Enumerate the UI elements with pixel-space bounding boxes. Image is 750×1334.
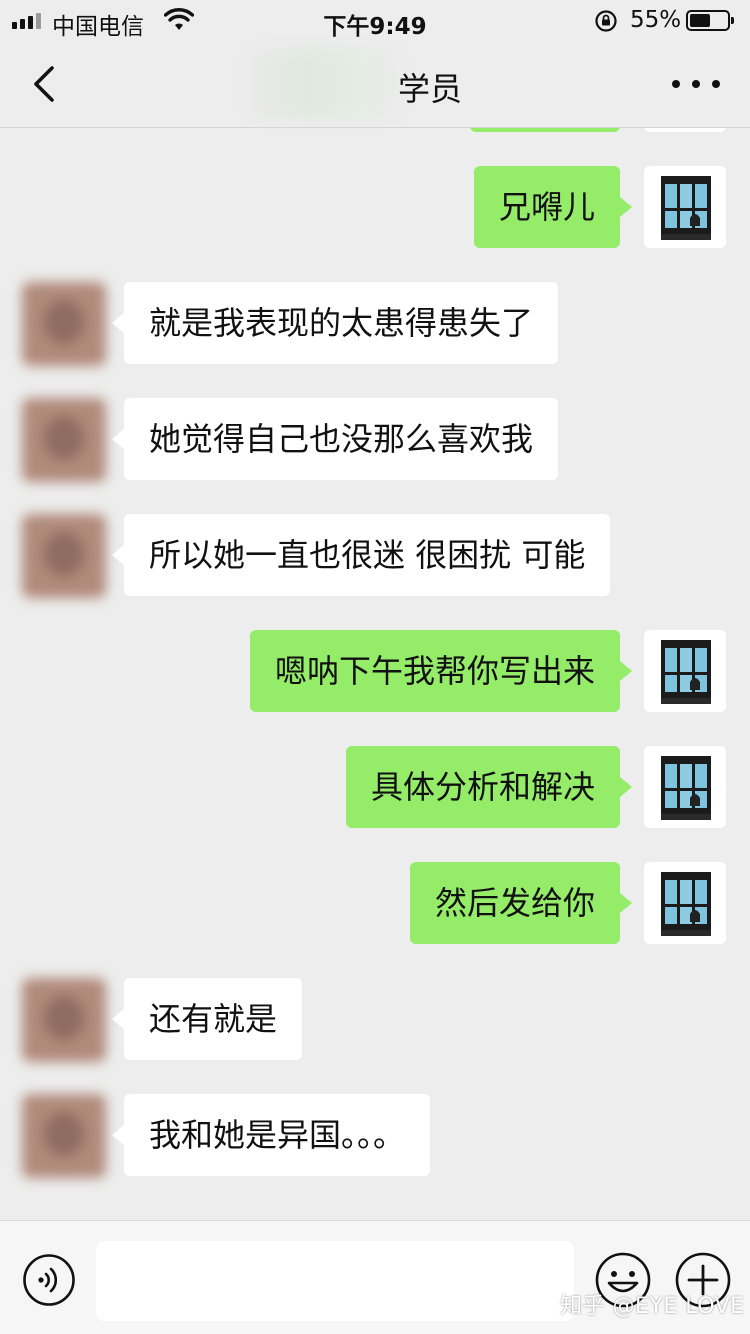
contact-avatar[interactable] [22, 978, 106, 1062]
my-avatar[interactable] [644, 746, 726, 828]
more-dots-icon[interactable] [672, 72, 720, 96]
watermark: 知乎 @EYE LOVE [560, 1294, 745, 1319]
contact-avatar[interactable] [22, 282, 106, 366]
previous-avatar-fragment [644, 128, 726, 132]
contact-avatar[interactable] [22, 1094, 106, 1178]
wifi-icon [163, 8, 195, 36]
received-bubble[interactable]: 她觉得自己也没那么喜欢我 [111, 398, 559, 480]
my-avatar[interactable] [644, 630, 726, 712]
signal-icon [12, 13, 41, 29]
voice-icon [23, 1254, 75, 1306]
window-avatar-image [661, 756, 711, 820]
chat-title: 学员 [398, 70, 463, 108]
orientation-lock-icon [594, 9, 618, 37]
received-bubble[interactable]: 我和她是异国。。。 [111, 1094, 431, 1176]
previous-message-fragment [470, 128, 620, 132]
window-avatar-image [661, 640, 711, 704]
received-bubble[interactable]: 就是我表现的太患得患失了 [111, 282, 559, 364]
contact-avatar[interactable] [22, 398, 106, 482]
window-avatar-image [661, 872, 711, 936]
sent-bubble[interactable]: 兄嘚儿 [473, 166, 633, 248]
message-input[interactable] [96, 1241, 574, 1321]
message-list[interactable]: 兄嘚儿 就是我表现的太患得患失了 她觉得自己也没那么喜欢我 所以她一直也很迷 很… [0, 128, 750, 1220]
sent-bubble[interactable]: 具体分析和解决 [345, 746, 633, 828]
window-avatar-image [661, 176, 711, 240]
chat-header: 学员 [0, 40, 750, 128]
contact-avatar[interactable] [22, 514, 106, 598]
battery-icon [686, 10, 734, 31]
carrier-label: 中国电信 [52, 14, 144, 40]
back-chevron-icon [34, 66, 54, 102]
battery-percent: 55% [630, 7, 682, 33]
received-bubble[interactable]: 还有就是 [111, 978, 303, 1060]
back-button[interactable] [22, 60, 66, 108]
received-bubble[interactable]: 所以她一直也很迷 很困扰 可能 [111, 514, 611, 596]
status-bar: 中国电信 下午9:49 55% [0, 0, 750, 40]
blurred-name [250, 48, 398, 118]
sent-bubble[interactable]: 嗯呐下午我帮你写出来 [249, 630, 633, 712]
sent-bubble[interactable]: 然后发给你 [409, 862, 633, 944]
my-avatar[interactable] [644, 862, 726, 944]
voice-button[interactable] [22, 1253, 76, 1307]
my-avatar[interactable] [644, 166, 726, 248]
